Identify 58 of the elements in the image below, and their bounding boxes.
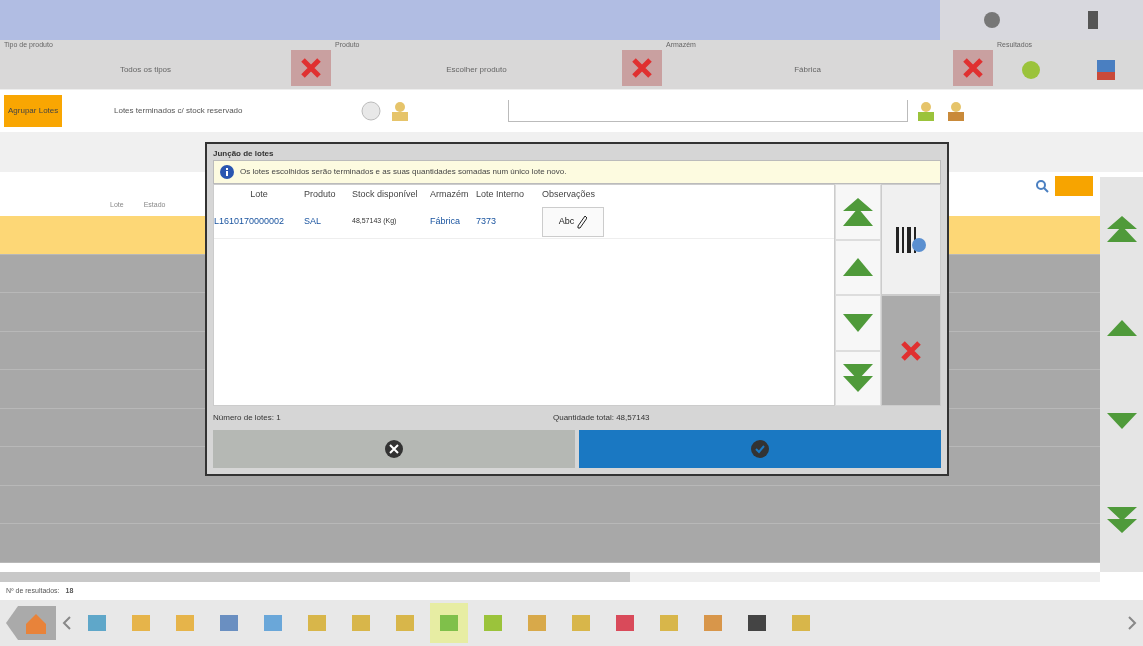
- box-icon: [438, 612, 460, 634]
- table-cell-text: SAL: [304, 214, 322, 228]
- down-arrow-icon: [843, 311, 873, 334]
- text-field[interactable]: [508, 100, 909, 122]
- box-icon: [526, 612, 548, 634]
- column-header: Produto: [304, 188, 337, 202]
- box-icon: [614, 612, 636, 634]
- column-header: Lote Interno: [476, 188, 526, 202]
- box-icon: [482, 612, 504, 634]
- table-row[interactable]: [0, 485, 1100, 524]
- box-icon: [306, 612, 328, 634]
- search-icon[interactable]: [1035, 179, 1049, 193]
- column-header: Observações: [542, 188, 597, 202]
- close-icon: [631, 57, 653, 79]
- box-icon: [746, 612, 768, 634]
- box-icon: [394, 612, 416, 634]
- pencil-icon: [577, 214, 588, 229]
- scan-button[interactable]: [881, 184, 941, 295]
- double-up-arrow-icon: [843, 195, 873, 228]
- table-cell-text: L1610170000002: [214, 214, 286, 228]
- total-quantity: Quantidade total: 48,57143: [553, 412, 650, 424]
- group-lots-button[interactable]: Agrupar Lotes: [4, 95, 63, 127]
- box-icon: [86, 612, 108, 634]
- box-icon: [130, 612, 152, 634]
- table-cell-text: 7373: [476, 214, 498, 228]
- box-icon: [570, 612, 592, 634]
- column-header: Lote: [249, 188, 269, 202]
- move-bottom-button[interactable]: [835, 350, 881, 406]
- up-arrow-icon: [843, 256, 873, 279]
- filter-text: Lotes terminados c/ stock reservado: [113, 105, 244, 117]
- lot-count: Número de lotes: 1: [213, 412, 282, 424]
- table-cell-text: Fábrica: [430, 214, 461, 228]
- box-icon: [702, 612, 724, 634]
- double-up-arrow-icon[interactable]: [1106, 213, 1137, 244]
- info-icon: [220, 165, 234, 179]
- close-icon: [962, 57, 984, 79]
- clear-button[interactable]: [622, 50, 662, 86]
- box-icon: [218, 612, 240, 634]
- clear-button[interactable]: [953, 50, 993, 86]
- box-icon: [790, 612, 812, 634]
- home-icon[interactable]: [6, 604, 56, 642]
- close-icon: [300, 57, 322, 79]
- double-down-arrow-icon[interactable]: [1106, 505, 1137, 536]
- close-icon: [900, 339, 922, 362]
- column-header: Armazém: [430, 188, 470, 202]
- table-row[interactable]: [0, 524, 1100, 563]
- box-icon: [262, 612, 284, 634]
- dialog-title: Junção de lotes: [213, 148, 275, 160]
- move-down-button[interactable]: [835, 295, 881, 351]
- box-icon: [350, 612, 372, 634]
- box-icon: [658, 612, 680, 634]
- box-icon: [174, 612, 196, 634]
- info-message: Os lotes escolhidos serão terminados e as suas quantidades somadas num único lote novo.: [240, 166, 567, 178]
- scrollbar-thumb[interactable]: [0, 572, 630, 582]
- cancel-icon: [384, 439, 404, 459]
- notes-button[interactable]: Abc: [542, 206, 604, 237]
- column-header: Stock disponível: [352, 188, 419, 202]
- clear-button[interactable]: [291, 50, 331, 86]
